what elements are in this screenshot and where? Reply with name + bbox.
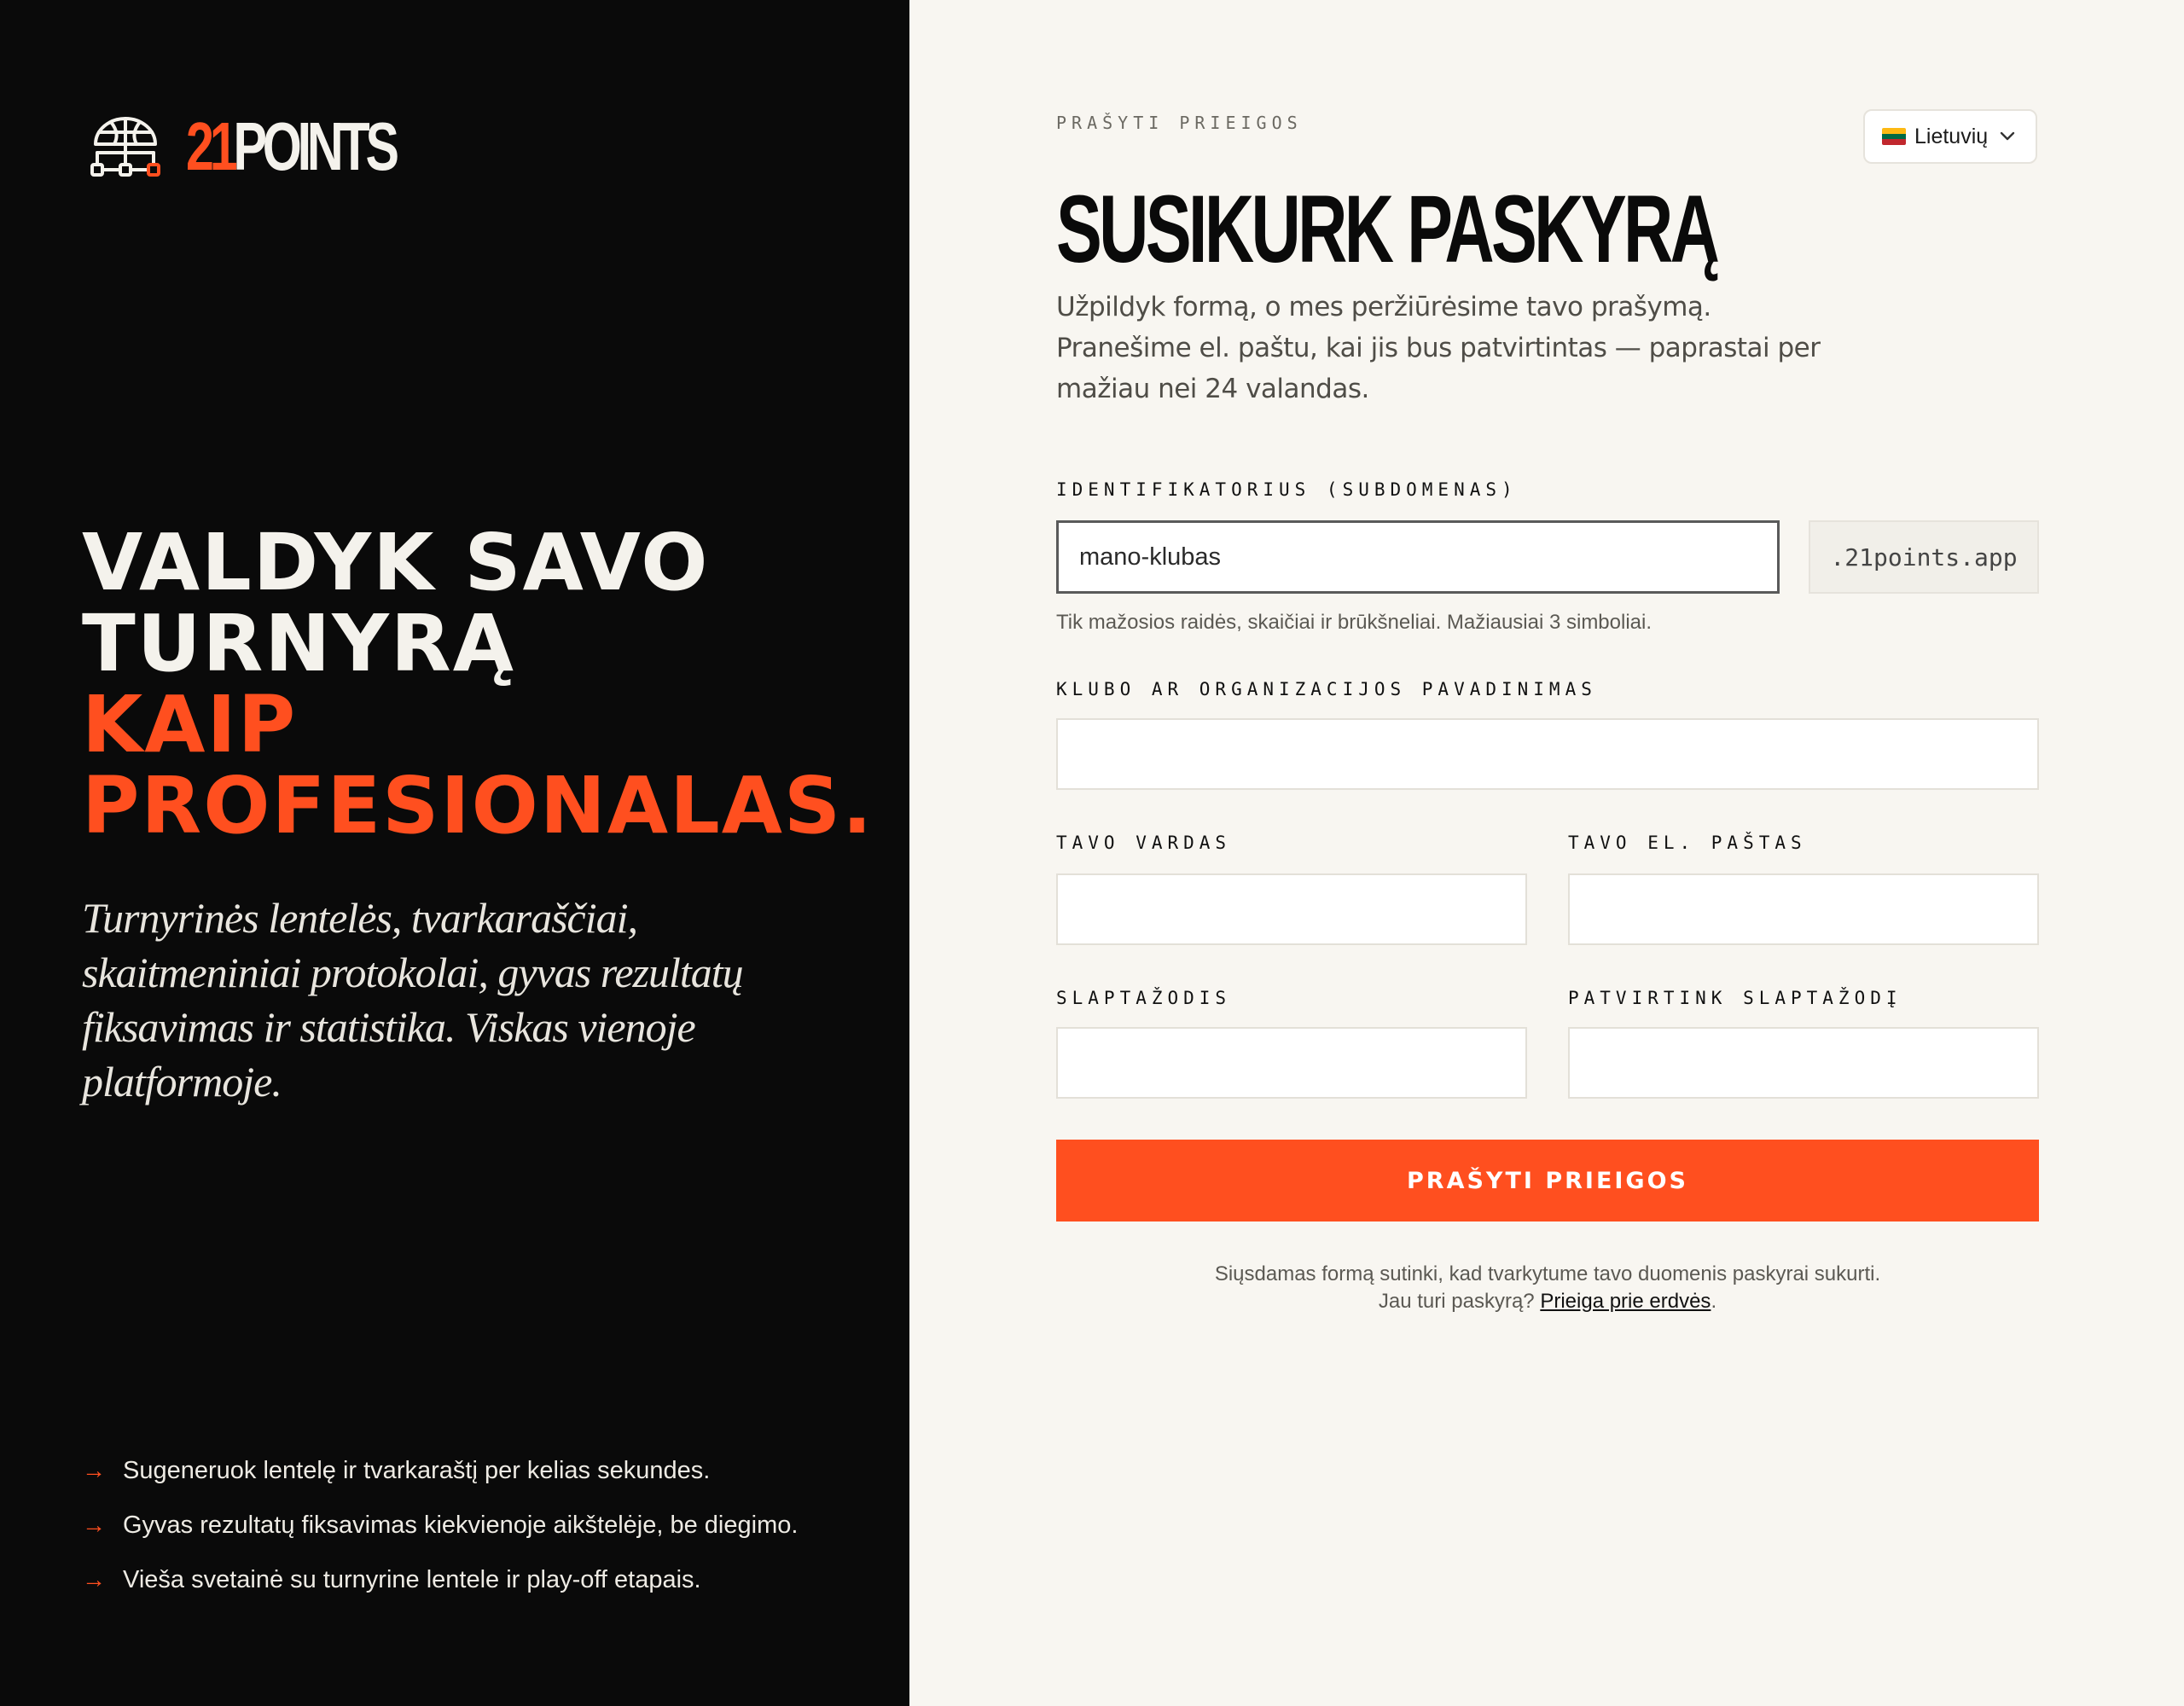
lithuania-flag-icon bbox=[1882, 128, 1906, 145]
club-name-input[interactable] bbox=[1056, 718, 2039, 790]
basketball-bracket-icon bbox=[89, 113, 162, 180]
hero-headline: VALDYK SAVO TURNYRĄ KAIP PROFESIONALAS. bbox=[82, 522, 901, 846]
subdomain-hint: Tik mažosios raidės, skaičiai ir brūkšne… bbox=[1056, 611, 1653, 634]
subdomain-suffix: .21points.app bbox=[1809, 520, 2039, 594]
signup-panel: PRAŠYTI PRIEIGOS Lietuvių SUSIKURK PASKY… bbox=[909, 0, 2184, 1706]
form-subtitle: Užpildyk formą, o mes peržiūrėsime tavo … bbox=[1056, 287, 1875, 409]
brand-logo[interactable]: 21POINTS bbox=[89, 113, 468, 181]
hero-line-1: VALDYK SAVO bbox=[82, 517, 710, 608]
feature-list: → Sugeneruok lentelę ir tvarkaraštį per … bbox=[82, 1443, 798, 1607]
feature-item: → Gyvas rezultatų fiksavimas kiekvienoje… bbox=[82, 1498, 798, 1552]
arrow-right-icon: → bbox=[82, 1566, 106, 1593]
hero-line-3: KAIP bbox=[82, 679, 298, 770]
lead-line-3: fiksavimas ir statistika. Viskas vienoje bbox=[82, 1003, 696, 1051]
brand-name-rest: POINTS bbox=[233, 108, 398, 184]
login-prompt: Jau turi paskyrą? bbox=[1378, 1290, 1535, 1313]
brand-name-number: 21 bbox=[186, 108, 238, 184]
arrow-right-icon: → bbox=[82, 1457, 106, 1483]
hero-line-2: TURNYRĄ bbox=[82, 598, 515, 689]
your-email-input[interactable] bbox=[1568, 873, 2039, 945]
subdomain-label: IDENTIFIKATORIUS (SUBDOMENAS) bbox=[1056, 479, 1518, 500]
hero-lead: Turnyrinės lentelės, tvarkaraščiai, skai… bbox=[82, 891, 764, 1109]
page-title: SUSIKURK PASKYRĄ bbox=[1056, 176, 1720, 282]
password-label: SLAPTAŽODIS bbox=[1056, 988, 1232, 1008]
club-name-label: KLUBO AR ORGANIZACIJOS PAVADINIMAS bbox=[1056, 679, 1597, 699]
promo-panel: 21POINTS VALDYK SAVO TURNYRĄ KAIP PROFES… bbox=[0, 0, 909, 1706]
confirm-password-label: PATVIRTINK SLAPTAŽODĮ bbox=[1568, 988, 1902, 1008]
language-selected: Lietuvių bbox=[1914, 124, 1989, 148]
login-prompt-line: Jau turi paskyrą? Prieiga prie erdvės. bbox=[1056, 1290, 2039, 1314]
subtitle-line-2: Pranešime el. paštu, kai jis bus patvirt… bbox=[1056, 333, 1821, 363]
request-access-button[interactable]: PRAŠYTI PRIEIGOS bbox=[1056, 1140, 2039, 1221]
your-name-label: TAVO VARDAS bbox=[1056, 833, 1232, 853]
password-input[interactable] bbox=[1056, 1027, 1527, 1099]
brand-name: 21POINTS bbox=[186, 113, 399, 181]
login-prompt-end: . bbox=[1711, 1290, 1717, 1313]
login-link[interactable]: Prieiga prie erdvės bbox=[1540, 1290, 1711, 1313]
your-email-label: TAVO EL. PAŠTAS bbox=[1568, 833, 1807, 853]
subtitle-line-1: Užpildyk formą, o mes peržiūrėsime tavo … bbox=[1056, 292, 1711, 322]
lead-line-1: Turnyrinės lentelės, tvarkaraščiai, bbox=[82, 894, 638, 942]
lead-line-4: platformoje. bbox=[82, 1058, 282, 1105]
form-eyebrow: PRAŠYTI PRIEIGOS bbox=[1056, 113, 1303, 133]
subdomain-input[interactable] bbox=[1056, 520, 1780, 594]
feature-item: → Vieša svetainė su turnyrine lentele ir… bbox=[82, 1552, 798, 1607]
confirm-password-input[interactable] bbox=[1568, 1027, 2039, 1099]
feature-item: → Sugeneruok lentelę ir tvarkaraštį per … bbox=[82, 1443, 798, 1498]
feature-text: Gyvas rezultatų fiksavimas kiekvienoje a… bbox=[123, 1511, 799, 1539]
subtitle-line-3: mažiau nei 24 valandas. bbox=[1056, 374, 1369, 404]
language-selector[interactable]: Lietuvių bbox=[1863, 109, 2037, 164]
hero-line-4: PROFESIONALAS. bbox=[82, 760, 874, 851]
chevron-down-icon bbox=[2000, 127, 2015, 147]
your-name-input[interactable] bbox=[1056, 873, 1527, 945]
arrow-right-icon: → bbox=[82, 1512, 106, 1538]
consent-text: Siųsdamas formą sutinki, kad tvarkytume … bbox=[1214, 1262, 1881, 1285]
lead-line-2: skaitmeniniai protokolai, gyvas rezultat… bbox=[82, 949, 744, 996]
feature-text: Sugeneruok lentelę ir tvarkaraštį per ke… bbox=[123, 1456, 711, 1484]
feature-text: Vieša svetainė su turnyrine lentele ir p… bbox=[123, 1565, 701, 1593]
